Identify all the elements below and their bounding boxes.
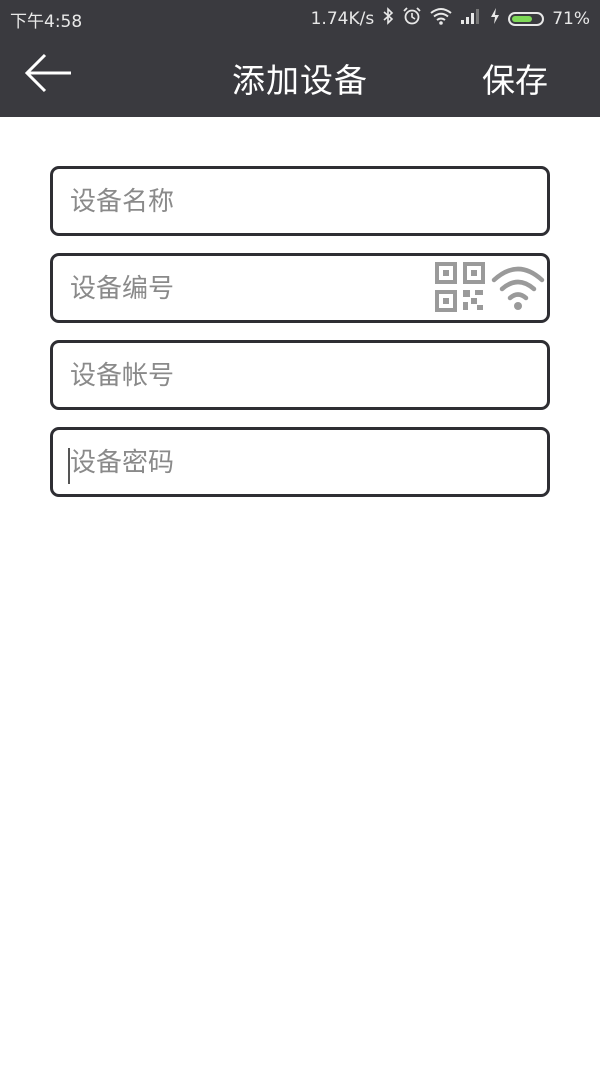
network-speed: 1.74K/s — [310, 8, 375, 29]
wifi-icon — [430, 7, 452, 30]
nav-bar: 添加设备 保存 — [0, 34, 600, 117]
battery-fill — [512, 15, 533, 22]
qr-code-icon[interactable] — [435, 262, 485, 316]
device-account-field-box — [50, 340, 550, 410]
bluetooth-icon — [382, 7, 394, 30]
status-time: 下午4:58 — [10, 12, 83, 32]
battery-icon — [508, 11, 545, 26]
device-name-input[interactable] — [68, 169, 412, 235]
device-id-field-box — [50, 253, 550, 323]
device-account-input[interactable] — [68, 343, 412, 409]
save-button[interactable]: 保存 — [482, 54, 548, 102]
signal-icon — [460, 8, 482, 29]
battery-percent: 71% — [552, 8, 590, 29]
wifi-icon[interactable] — [491, 262, 545, 316]
device-password-input[interactable] — [68, 430, 412, 496]
device-name-field-box — [50, 166, 550, 236]
status-icons: 1.74K/s 71% — [311, 7, 590, 30]
alarm-icon — [402, 7, 422, 30]
device-password-field-box — [50, 427, 550, 497]
device-id-input[interactable] — [68, 256, 412, 322]
device-id-actions — [435, 262, 545, 316]
device-form — [50, 166, 550, 514]
charging-icon — [490, 7, 500, 30]
status-bar: 下午4:58 1.74K/s 71% — [0, 0, 600, 34]
top-bar: 下午4:58 1.74K/s 71% 添加设备 保存 — [0, 0, 600, 117]
